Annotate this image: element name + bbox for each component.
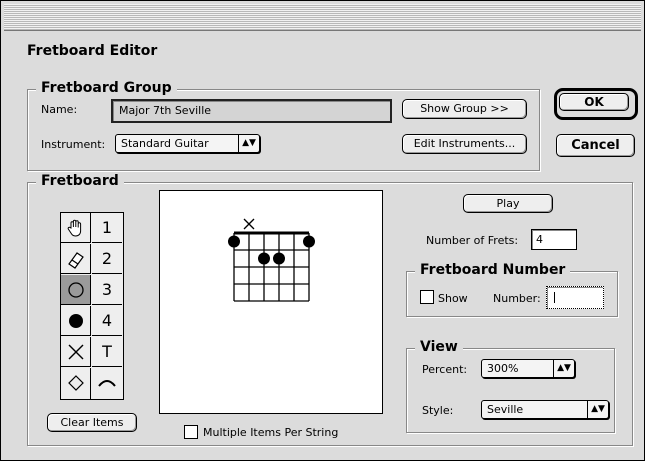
- view-legend: View: [415, 338, 463, 356]
- chord-diagram: [228, 218, 315, 302]
- tool-1-label: 1: [101, 218, 113, 237]
- clear-items-button[interactable]: Clear Items: [47, 413, 137, 432]
- eraser-icon: [67, 252, 84, 269]
- fretboard-canvas[interactable]: [159, 190, 383, 414]
- number-label: Number:: [493, 292, 541, 305]
- popup-arrows-icon: ▲▼: [587, 401, 608, 418]
- show-number-checkbox[interactable]: [420, 290, 434, 304]
- finger-dot: [303, 235, 315, 248]
- ok-button[interactable]: OK: [559, 93, 629, 111]
- tool-2[interactable]: 2: [92, 244, 122, 274]
- diamond-icon: [67, 375, 84, 391]
- tool-1[interactable]: 1: [92, 213, 122, 243]
- x-tool[interactable]: [61, 337, 91, 367]
- show-group-button[interactable]: Show Group >>: [402, 99, 527, 119]
- barre-tool[interactable]: [92, 368, 122, 399]
- tool-4[interactable]: 4: [92, 306, 122, 336]
- tool-3-label: 3: [101, 280, 113, 299]
- style-popup-value: Seville: [487, 403, 524, 416]
- tool-t-label: T: [102, 342, 112, 361]
- style-popup[interactable]: Seville ▲▼: [481, 400, 609, 419]
- multiple-items-label: Multiple Items Per String: [203, 426, 339, 439]
- name-field[interactable]: Major 7th Seville: [111, 99, 392, 123]
- tool-palette: 1 2 3 4 T: [60, 212, 124, 400]
- x-icon: [68, 344, 83, 360]
- diamond-tool[interactable]: [61, 368, 91, 399]
- finger-dot: [228, 235, 240, 248]
- multiple-items-checkbox[interactable]: [184, 425, 198, 439]
- text-cursor: [554, 292, 555, 303]
- dialog-title: Fretboard Editor: [27, 43, 158, 59]
- fretboard-group-legend: Fretboard Group: [36, 79, 177, 97]
- barre-arc-icon: [98, 380, 116, 387]
- tool-t[interactable]: T: [92, 337, 122, 367]
- filled-circle-icon: [68, 314, 83, 328]
- name-field-value: Major 7th Seville: [119, 104, 212, 117]
- number-of-frets-value: 4: [536, 233, 543, 246]
- percent-label: Percent:: [422, 363, 468, 376]
- show-number-label: Show: [438, 292, 468, 305]
- instrument-label: Instrument:: [41, 138, 106, 151]
- finger-dot: [273, 252, 285, 265]
- edit-instruments-button[interactable]: Edit Instruments...: [402, 134, 527, 154]
- fretboard-legend: Fretboard: [36, 172, 124, 190]
- open-circle-icon: [67, 282, 84, 298]
- number-of-frets-field[interactable]: 4: [531, 229, 577, 250]
- name-label: Name:: [41, 103, 78, 116]
- fretboard-editor-dialog: Fretboard Editor Fretboard Group Name: M…: [0, 0, 645, 461]
- percent-popup-value: 300%: [487, 362, 519, 375]
- play-button[interactable]: Play: [463, 194, 553, 213]
- instrument-popup-value: Standard Guitar: [121, 137, 209, 150]
- window-title-bar[interactable]: [4, 4, 641, 31]
- cancel-button[interactable]: Cancel: [556, 134, 635, 157]
- percent-popup[interactable]: 300% ▲▼: [481, 359, 575, 378]
- eraser-tool[interactable]: [61, 244, 91, 274]
- number-field[interactable]: [546, 286, 604, 309]
- style-label: Style:: [422, 404, 454, 417]
- filled-circle-tool[interactable]: [61, 306, 91, 336]
- finger-dot: [258, 252, 270, 265]
- tool-3[interactable]: 3: [92, 275, 122, 305]
- fretboard-number-legend: Fretboard Number: [415, 261, 571, 279]
- instrument-popup[interactable]: Standard Guitar ▲▼: [115, 134, 260, 153]
- tool-4-label: 4: [101, 311, 113, 330]
- popup-arrows-icon: ▲▼: [238, 135, 259, 152]
- open-circle-tool[interactable]: [61, 275, 91, 305]
- number-of-frets-label: Number of Frets:: [426, 234, 519, 247]
- popup-arrows-icon: ▲▼: [553, 360, 574, 377]
- tool-2-label: 2: [101, 249, 113, 268]
- hand-tool[interactable]: [61, 213, 91, 243]
- hand-icon: [67, 219, 81, 237]
